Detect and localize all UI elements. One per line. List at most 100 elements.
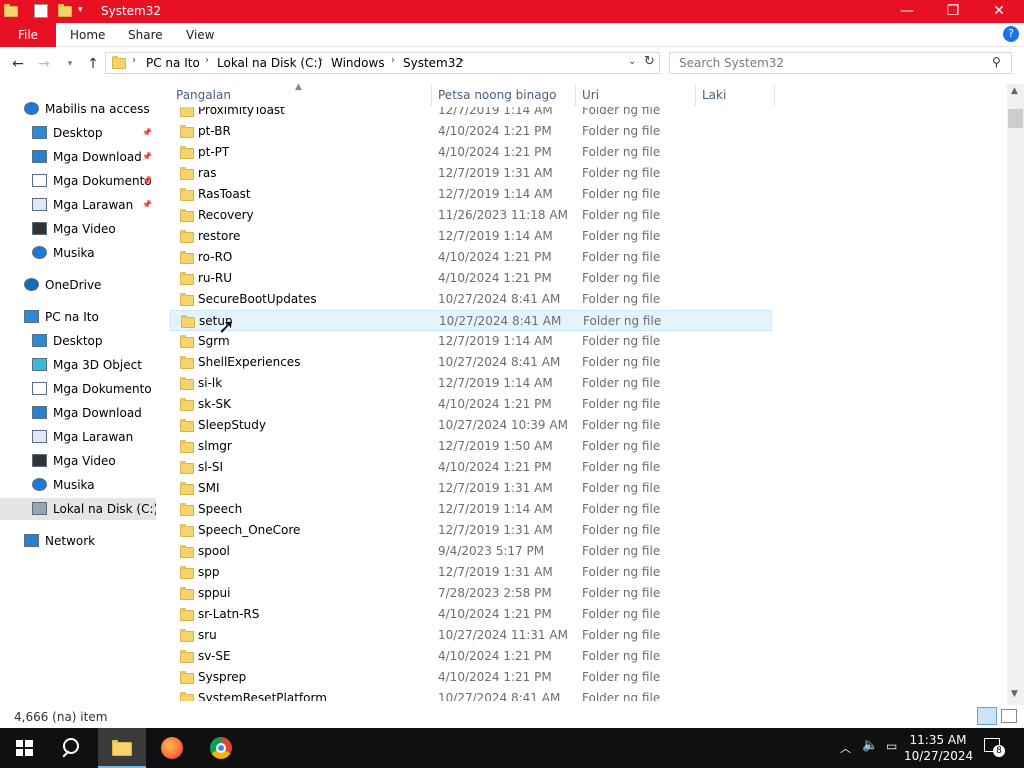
file-row[interactable]: SystemResetPlatform 10/27/2024 8:41 AM Fol… [170,688,772,701]
start-icon[interactable] [0,728,48,768]
sidebar-item[interactable]: Musika [0,474,156,496]
music-icon [32,246,47,259]
sidebar-item[interactable]: Mga 3D Object [0,354,156,376]
file-row[interactable]: ShellExperiences 10/27/2024 8:41 AM Folder… [170,352,772,373]
chevron-down-icon[interactable]: ⌄ [628,56,636,67]
recent-locations-icon[interactable]: ▾ [60,55,80,73]
column-header-size[interactable]: Laki [696,84,775,106]
file-row[interactable]: si-lk 12/7/2019 1:14 AM Folder ng file [170,373,772,394]
sidebar-item[interactable]: PC na Ito [0,306,156,328]
file-row[interactable]: Speech_OneCore 12/7/2019 1:31 AM Folder ng… [170,520,772,541]
clock[interactable]: 11:35 AM 10/27/2024 [904,732,973,764]
tab-file[interactable]: File [0,23,56,47]
chevron-right-icon[interactable]: › [205,55,209,66]
sidebar-item[interactable]: Desktop 📌 [0,122,156,144]
vertical-scrollbar[interactable]: ▲ ▼ [1007,84,1024,705]
sidebar-item[interactable]: Mga Video [0,218,156,240]
column-header-type[interactable]: Uri [576,84,696,106]
file-row[interactable]: sv-SE 4/10/2024 1:21 PM Folder ng file [170,646,772,667]
file-row[interactable]: ProximityToast 12/7/2019 1:14 AM Folder ng… [170,107,772,121]
back-arrow-icon[interactable]: ← [8,55,28,73]
sidebar-item[interactable]: Mga Download [0,402,156,424]
sidebar-item[interactable]: Mga Larawan [0,426,156,448]
scrollbar-thumb[interactable] [1008,109,1023,128]
file-row[interactable]: ru-RU 4/10/2024 1:21 PM Folder ng file [170,268,772,289]
file-row[interactable]: pt-PT 4/10/2024 1:21 PM Folder ng file [170,142,772,163]
sidebar-item[interactable]: Lokal na Disk (C:) [0,498,156,520]
sidebar-item[interactable]: Mabilis na access [0,98,156,120]
column-header-name[interactable]: Pangalan ▲ [170,82,432,106]
file-row[interactable]: spp 12/7/2019 1:31 AM Folder ng file [170,562,772,583]
notification-icon[interactable]: 8 [984,738,1005,757]
help-icon[interactable]: ? [1003,26,1019,42]
file-row[interactable]: sk-SK 4/10/2024 1:21 PM Folder ng file [170,394,772,415]
volume-icon[interactable]: 🔈 [862,738,878,753]
close-button[interactable]: ✕ [976,0,1022,23]
chevron-up-icon[interactable]: ︿ [840,740,851,756]
tab-home[interactable]: Home [70,23,105,47]
column-header-date[interactable]: Petsa noong binago [432,84,576,106]
chevron-right-icon[interactable]: › [132,55,136,66]
chevron-right-icon[interactable]: › [460,55,464,66]
tab-view[interactable]: View [186,23,214,47]
chevron-down-icon[interactable]: ▾ [78,5,83,22]
sidebar-item[interactable]: Mga Dokumento 📌 [0,170,156,192]
firefox-icon[interactable] [148,728,196,768]
scroll-up-icon[interactable]: ▲ [1011,86,1018,96]
file-row[interactable]: ro-RO 4/10/2024 1:21 PM Folder ng file [170,247,772,268]
file-row[interactable]: SleepStudy 10/27/2024 10:39 AM Folder ng f… [170,415,772,436]
search-box[interactable]: Search System32 ⚲ [669,52,1012,74]
sidebar-item[interactable]: Mga Download 📌 [0,146,156,168]
chevron-right-icon[interactable]: › [319,55,323,66]
file-row[interactable]: sl-SI 4/10/2024 1:21 PM Folder ng file [170,457,772,478]
file-row[interactable]: Speech 12/7/2019 1:14 AM Folder ng file [170,499,772,520]
file-row[interactable]: restore 12/7/2019 1:14 AM Folder ng file [170,226,772,247]
sidebar-item[interactable]: Mga Video [0,450,156,472]
address-bar[interactable]: › PC na Ito › Lokal na Disk (C:) › Windo… [105,52,660,74]
sidebar-item[interactable]: Network [0,530,156,552]
sidebar-item[interactable]: OneDrive [0,274,156,296]
details-view-icon[interactable] [977,707,997,725]
breadcrumb-pc[interactable]: PC na Ito [146,56,200,70]
chrome-icon[interactable] [197,728,245,768]
large-icons-view-icon[interactable] [1001,709,1017,723]
file-row[interactable]: spool 9/4/2023 5:17 PM Folder ng file [170,541,772,562]
file-row[interactable]: SecureBootUpdates 10/27/2024 8:41 AM Folde… [170,289,772,310]
file-explorer-icon[interactable] [98,728,146,768]
file-row[interactable]: Recovery 11/26/2023 11:18 AM Folder ng fil… [170,205,772,226]
breadcrumb-windows[interactable]: Windows [331,56,385,70]
refresh-icon[interactable]: ↻ [644,54,655,69]
file-row[interactable]: sppui 7/28/2023 2:58 PM Folder ng file [170,583,772,604]
network-icon[interactable]: ▭ [886,739,897,753]
file-row[interactable]: slmgr 12/7/2019 1:50 AM Folder ng file [170,436,772,457]
file-type: Folder ng file [582,439,661,453]
scroll-down-icon[interactable]: ▼ [1011,689,1018,699]
search-icon[interactable]: ⚲ [992,55,1001,69]
up-arrow-icon[interactable]: ↑ [83,55,103,73]
maximize-button[interactable]: ❐ [930,0,976,23]
file-row[interactable]: RasToast 12/7/2019 1:14 AM Folder ng file [170,184,772,205]
breadcrumb-drive[interactable]: Lokal na Disk (C:) [217,56,322,70]
tab-share[interactable]: Share [128,23,163,47]
minimize-button[interactable]: — [884,0,930,23]
sidebar-item[interactable]: Desktop [0,330,156,352]
breadcrumb-system32[interactable]: System32 [403,56,463,70]
search-input[interactable]: Search System32 [679,56,784,70]
sidebar-item[interactable]: Mga Larawan 📌 [0,194,156,216]
sidebar-item[interactable]: Musika [0,242,156,264]
file-row[interactable]: SMI 12/7/2019 1:31 AM Folder ng file [170,478,772,499]
file-row[interactable]: ras 12/7/2019 1:31 AM Folder ng file [170,163,772,184]
file-row[interactable]: Sysprep 4/10/2024 1:21 PM Folder ng file [170,667,772,688]
new-folder-icon[interactable] [58,4,72,17]
file-row[interactable]: sru 10/27/2024 11:31 AM Folder ng file [170,625,772,646]
chevron-right-icon[interactable]: › [391,55,395,66]
sidebar-item[interactable]: Mga Dokumento [0,378,156,400]
search-icon[interactable] [48,728,96,768]
file-date: 10/27/2024 8:41 AM [438,355,561,369]
file-row[interactable]: sr-Latn-RS 4/10/2024 1:21 PM Folder ng fil… [170,604,772,625]
properties-icon[interactable] [34,4,48,18]
forward-arrow-icon[interactable]: → [34,55,54,73]
file-row[interactable]: pt-BR 4/10/2024 1:21 PM Folder ng file [170,121,772,142]
file-row[interactable]: setup 10/27/2024 8:41 AM Folder ng file [170,310,772,331]
file-row[interactable]: Sgrm 12/7/2019 1:14 AM Folder ng file [170,331,772,352]
